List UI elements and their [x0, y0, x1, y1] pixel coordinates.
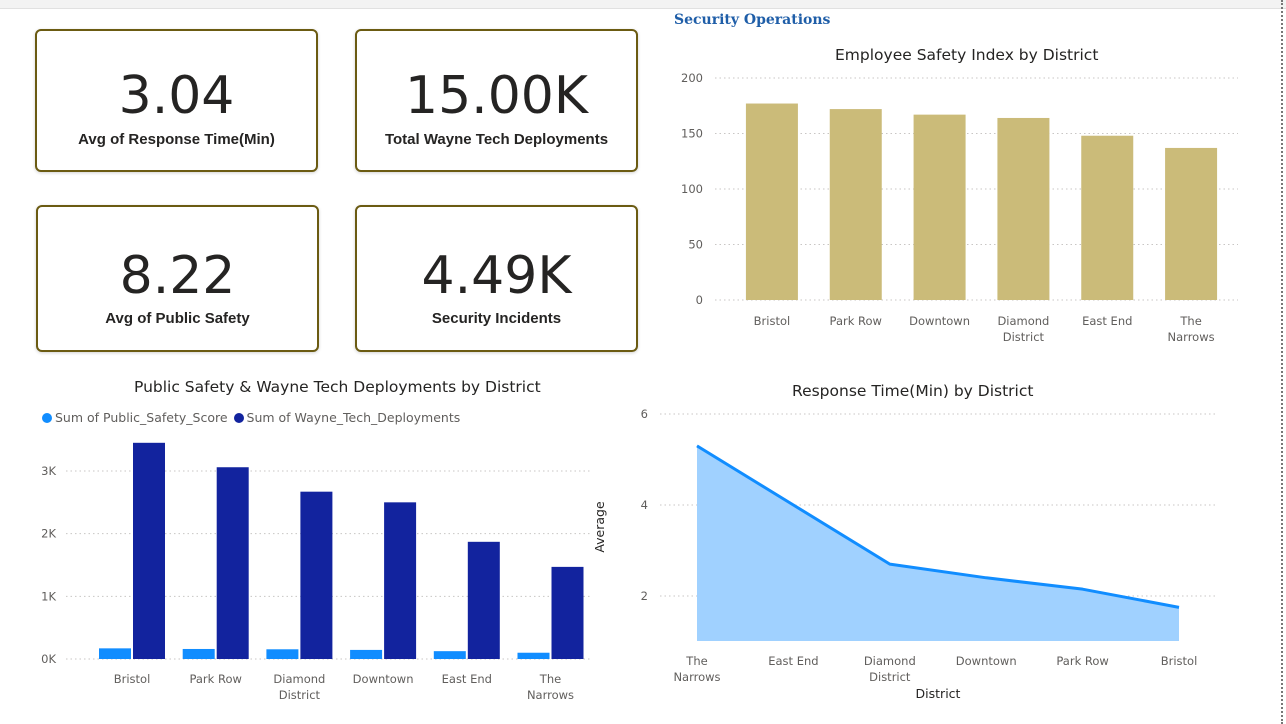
x-tick-label: The Narrows: [673, 654, 720, 684]
x-tick-label: Downtown: [909, 314, 970, 328]
x-tick-label: Bristol: [754, 314, 791, 328]
bar-public-safety: [182, 648, 215, 659]
y-tick-label: 200: [681, 71, 703, 85]
x-tick-label: East End: [768, 654, 818, 668]
x-tick-label: Bristol: [114, 672, 151, 686]
bar-public-safety: [350, 649, 383, 659]
y-tick-label: 2: [641, 589, 648, 603]
x-tick-label: Diamond District: [273, 672, 325, 702]
x-tick-label: East End: [1082, 314, 1132, 328]
bar-deployments: [300, 491, 333, 659]
x-axis-title: District: [916, 686, 961, 701]
y-tick-label: 150: [681, 127, 703, 141]
y-tick-label: 0K: [41, 652, 56, 666]
bar-public-safety: [266, 649, 299, 659]
charts-canvas: 0 50 100 150 200 Bristol Park Row Downtown Diamo…: [41, 71, 1238, 702]
y-tick-label: 6: [641, 407, 648, 421]
x-tick-label: The Narrows: [1168, 314, 1215, 344]
bar: [913, 114, 966, 300]
bar-deployments: [467, 541, 500, 659]
bar-public-safety: [99, 648, 131, 659]
x-tick-label: Diamond District: [864, 654, 916, 684]
x-tick-label: Bristol: [1161, 654, 1198, 668]
y-tick-label: 0: [696, 293, 703, 307]
x-tick-label: East End: [442, 672, 492, 686]
x-tick-label: Park Row: [830, 314, 882, 328]
x-tick-label: Downtown: [353, 672, 414, 686]
x-tick-label: The Narrows: [527, 672, 574, 702]
x-tick-label: Park Row: [1056, 654, 1108, 668]
bar-deployments: [216, 467, 249, 659]
bar: [1081, 135, 1134, 300]
bar: [745, 103, 798, 300]
bar: [997, 117, 1050, 301]
bar: [1165, 147, 1218, 300]
y-axis-title: Average: [592, 501, 607, 553]
x-tick-label: Diamond District: [997, 314, 1049, 344]
y-tick-label: 1K: [41, 589, 56, 603]
y-tick-label: 50: [688, 238, 703, 252]
x-tick-label: Park Row: [189, 672, 241, 686]
bar: [829, 109, 882, 300]
y-tick-label: 100: [681, 182, 703, 196]
y-tick-label: 2K: [41, 527, 56, 541]
bar-public-safety: [517, 652, 550, 659]
y-tick-label: 4: [641, 498, 648, 512]
bar-deployments: [551, 566, 584, 659]
y-tick-label: 3K: [41, 464, 56, 478]
bar-deployments: [384, 502, 417, 659]
bar-deployments: [133, 442, 165, 659]
x-tick-label: Downtown: [956, 654, 1017, 668]
area-fill: [697, 445, 1179, 641]
bar-public-safety: [433, 651, 466, 659]
